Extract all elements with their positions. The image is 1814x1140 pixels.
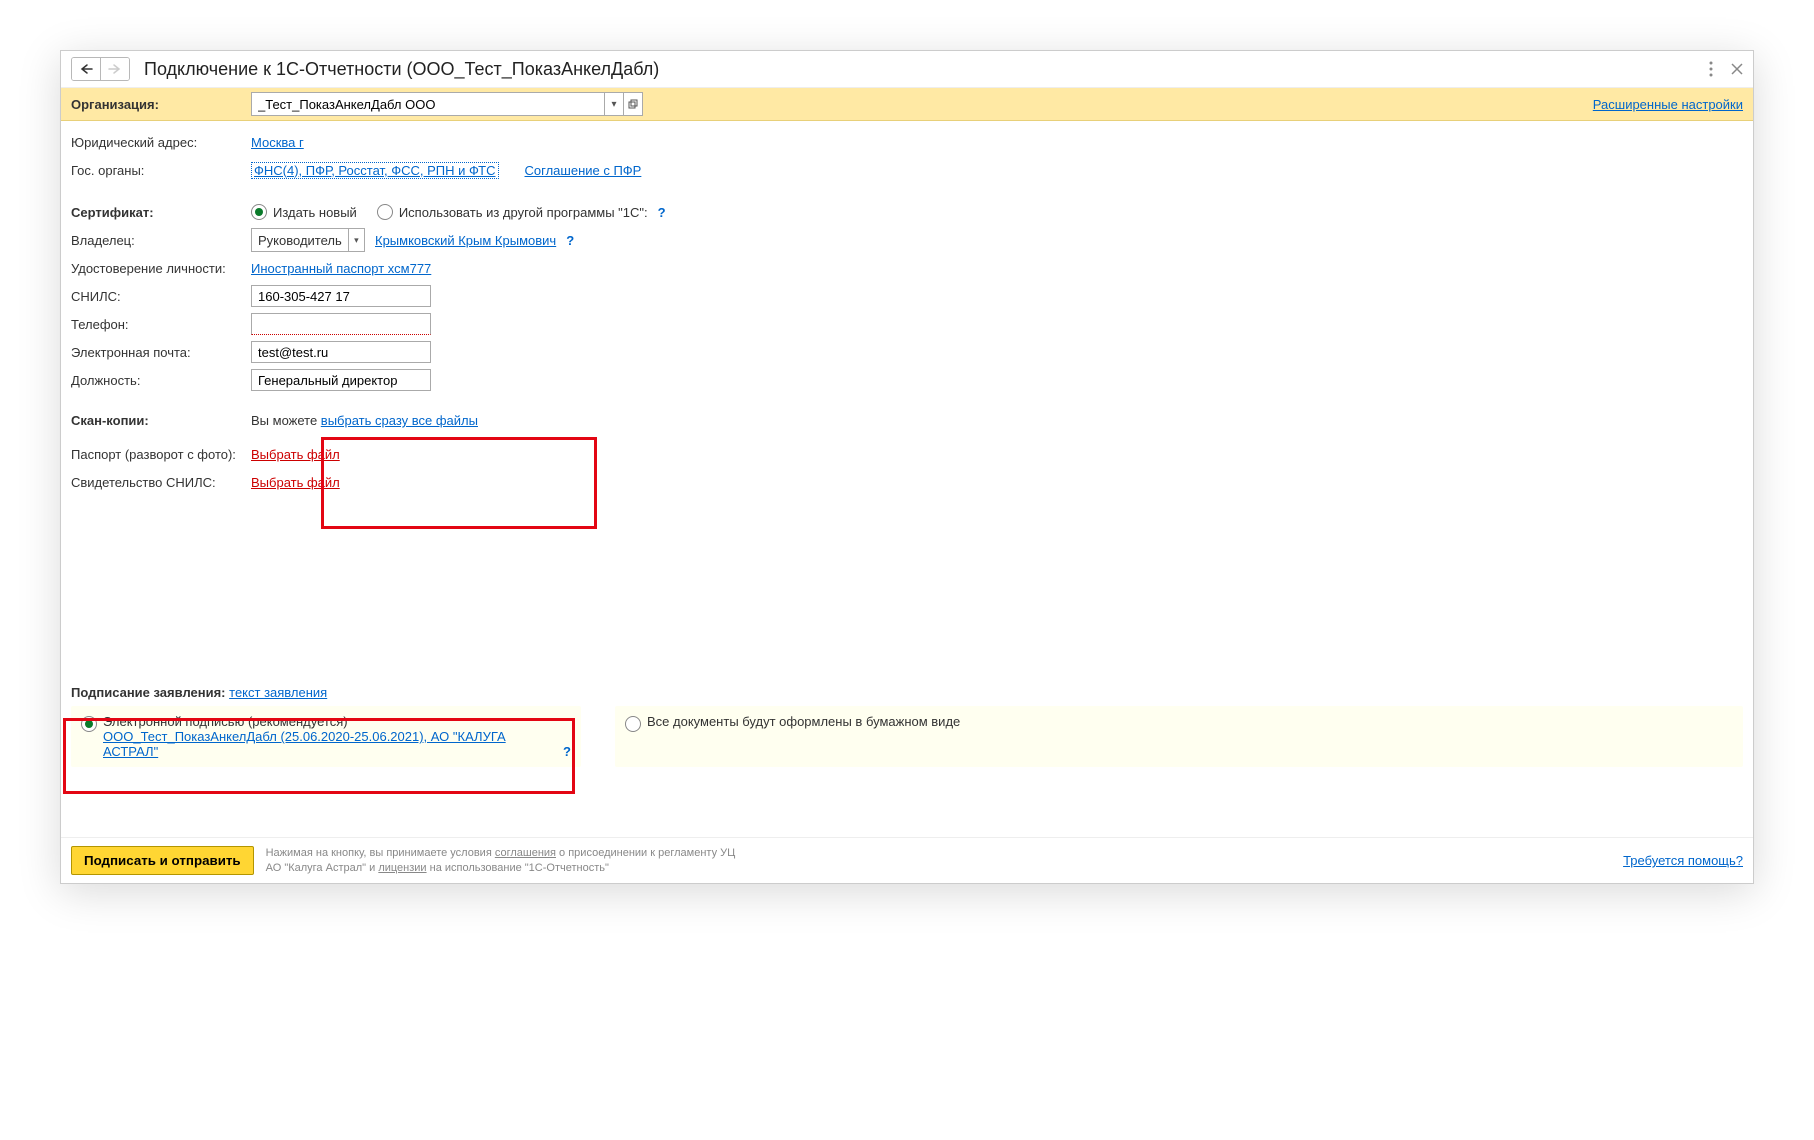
license-link[interactable]: лицензии	[378, 862, 426, 874]
application-text-link[interactable]: текст заявления	[229, 685, 327, 700]
owner-value: Руководитель	[252, 229, 348, 251]
phone-input[interactable]	[251, 313, 431, 335]
help-icon[interactable]: ?	[563, 744, 571, 759]
open-icon[interactable]	[623, 93, 642, 115]
help-icon[interactable]: ?	[566, 233, 574, 248]
cert-label: Сертификат:	[71, 205, 251, 220]
nav-forward-button[interactable]	[101, 58, 129, 80]
nav-back-button[interactable]	[72, 58, 101, 80]
dropdown-icon[interactable]: ▾	[604, 93, 623, 115]
paper-radio[interactable]	[625, 716, 641, 732]
main-window: Подключение к 1С-Отчетности (ООО_Тест_По…	[60, 50, 1754, 884]
cert-existing-radio[interactable]	[377, 204, 393, 220]
esignature-option[interactable]: Электронной подписью (рекомендуется) ООО…	[71, 706, 581, 767]
position-input[interactable]	[251, 369, 431, 391]
signing-label: Подписание заявления:	[71, 685, 226, 700]
esignature-radio[interactable]	[81, 716, 97, 732]
address-link[interactable]: Москва г	[251, 135, 304, 150]
owner-dropdown[interactable]: Руководитель ▾	[251, 228, 365, 252]
snils-select-file-link[interactable]: Выбрать файл	[251, 475, 340, 490]
select-all-files-link[interactable]: выбрать сразу все файлы	[321, 413, 478, 428]
need-help-link[interactable]: Требуется помощь?	[1623, 853, 1743, 868]
passport-select-file-link[interactable]: Выбрать файл	[251, 447, 340, 462]
esignature-cert-link[interactable]: ООО_Тест_ПоказАнкелДабл (25.06.2020-25.0…	[103, 729, 506, 759]
page-title: Подключение к 1С-Отчетности (ООО_Тест_По…	[144, 59, 1709, 80]
nav-group	[71, 57, 130, 81]
org-input[interactable]	[252, 93, 604, 115]
snils-input[interactable]	[251, 285, 431, 307]
disclaimer-text: Нажимая на кнопку, вы принимаете условия…	[266, 846, 736, 875]
phone-label: Телефон:	[71, 317, 251, 332]
email-label: Электронная почта:	[71, 345, 251, 360]
identity-label: Удостоверение личности:	[71, 261, 251, 276]
gov-list-link[interactable]: ФНС(4), ПФР, Росстат, ФСС, РПН и ФТС	[251, 162, 499, 179]
position-label: Должность:	[71, 373, 251, 388]
snils-label: СНИЛС:	[71, 289, 251, 304]
org-combo[interactable]: ▾	[251, 92, 643, 116]
address-label: Юридический адрес:	[71, 135, 251, 150]
advanced-settings-link[interactable]: Расширенные настройки	[1593, 97, 1743, 112]
owner-label: Владелец:	[71, 233, 251, 248]
identity-link[interactable]: Иностранный паспорт хсм777	[251, 261, 431, 276]
cert-new-label: Издать новый	[273, 205, 357, 220]
agreement-link[interactable]: соглашения	[495, 847, 556, 859]
paper-label: Все документы будут оформлены в бумажном…	[647, 714, 960, 729]
cert-new-radio[interactable]	[251, 204, 267, 220]
help-icon[interactable]: ?	[658, 205, 666, 220]
form-body: Юридический адрес: Москва г Гос. органы:…	[61, 121, 1753, 837]
scans-hint-prefix: Вы можете	[251, 413, 321, 428]
org-bar: Организация: ▾ Расширенные настройки	[61, 88, 1753, 121]
pfr-agreement-link[interactable]: Соглашение с ПФР	[525, 163, 642, 178]
snils-scan-label: Свидетельство СНИЛС:	[71, 475, 251, 490]
paper-option[interactable]: Все документы будут оформлены в бумажном…	[615, 706, 1743, 767]
owner-name-link[interactable]: Крымковский Крым Крымович	[375, 233, 556, 248]
title-bar: Подключение к 1С-Отчетности (ООО_Тест_По…	[61, 51, 1753, 88]
gov-label: Гос. органы:	[71, 163, 251, 178]
footer-bar: Подписать и отправить Нажимая на кнопку,…	[61, 837, 1753, 883]
esignature-label: Электронной подписью (рекомендуется)	[103, 714, 553, 729]
cert-existing-label: Использовать из другой программы "1С":	[399, 205, 648, 220]
passport-scan-label: Паспорт (разворот с фото):	[71, 447, 251, 462]
scans-label: Скан-копии:	[71, 413, 251, 428]
email-input[interactable]	[251, 341, 431, 363]
chevron-down-icon: ▾	[348, 229, 364, 251]
sign-and-send-button[interactable]: Подписать и отправить	[71, 846, 254, 875]
org-label: Организация:	[71, 97, 251, 112]
kebab-icon[interactable]	[1709, 61, 1713, 77]
close-icon[interactable]	[1731, 63, 1743, 75]
